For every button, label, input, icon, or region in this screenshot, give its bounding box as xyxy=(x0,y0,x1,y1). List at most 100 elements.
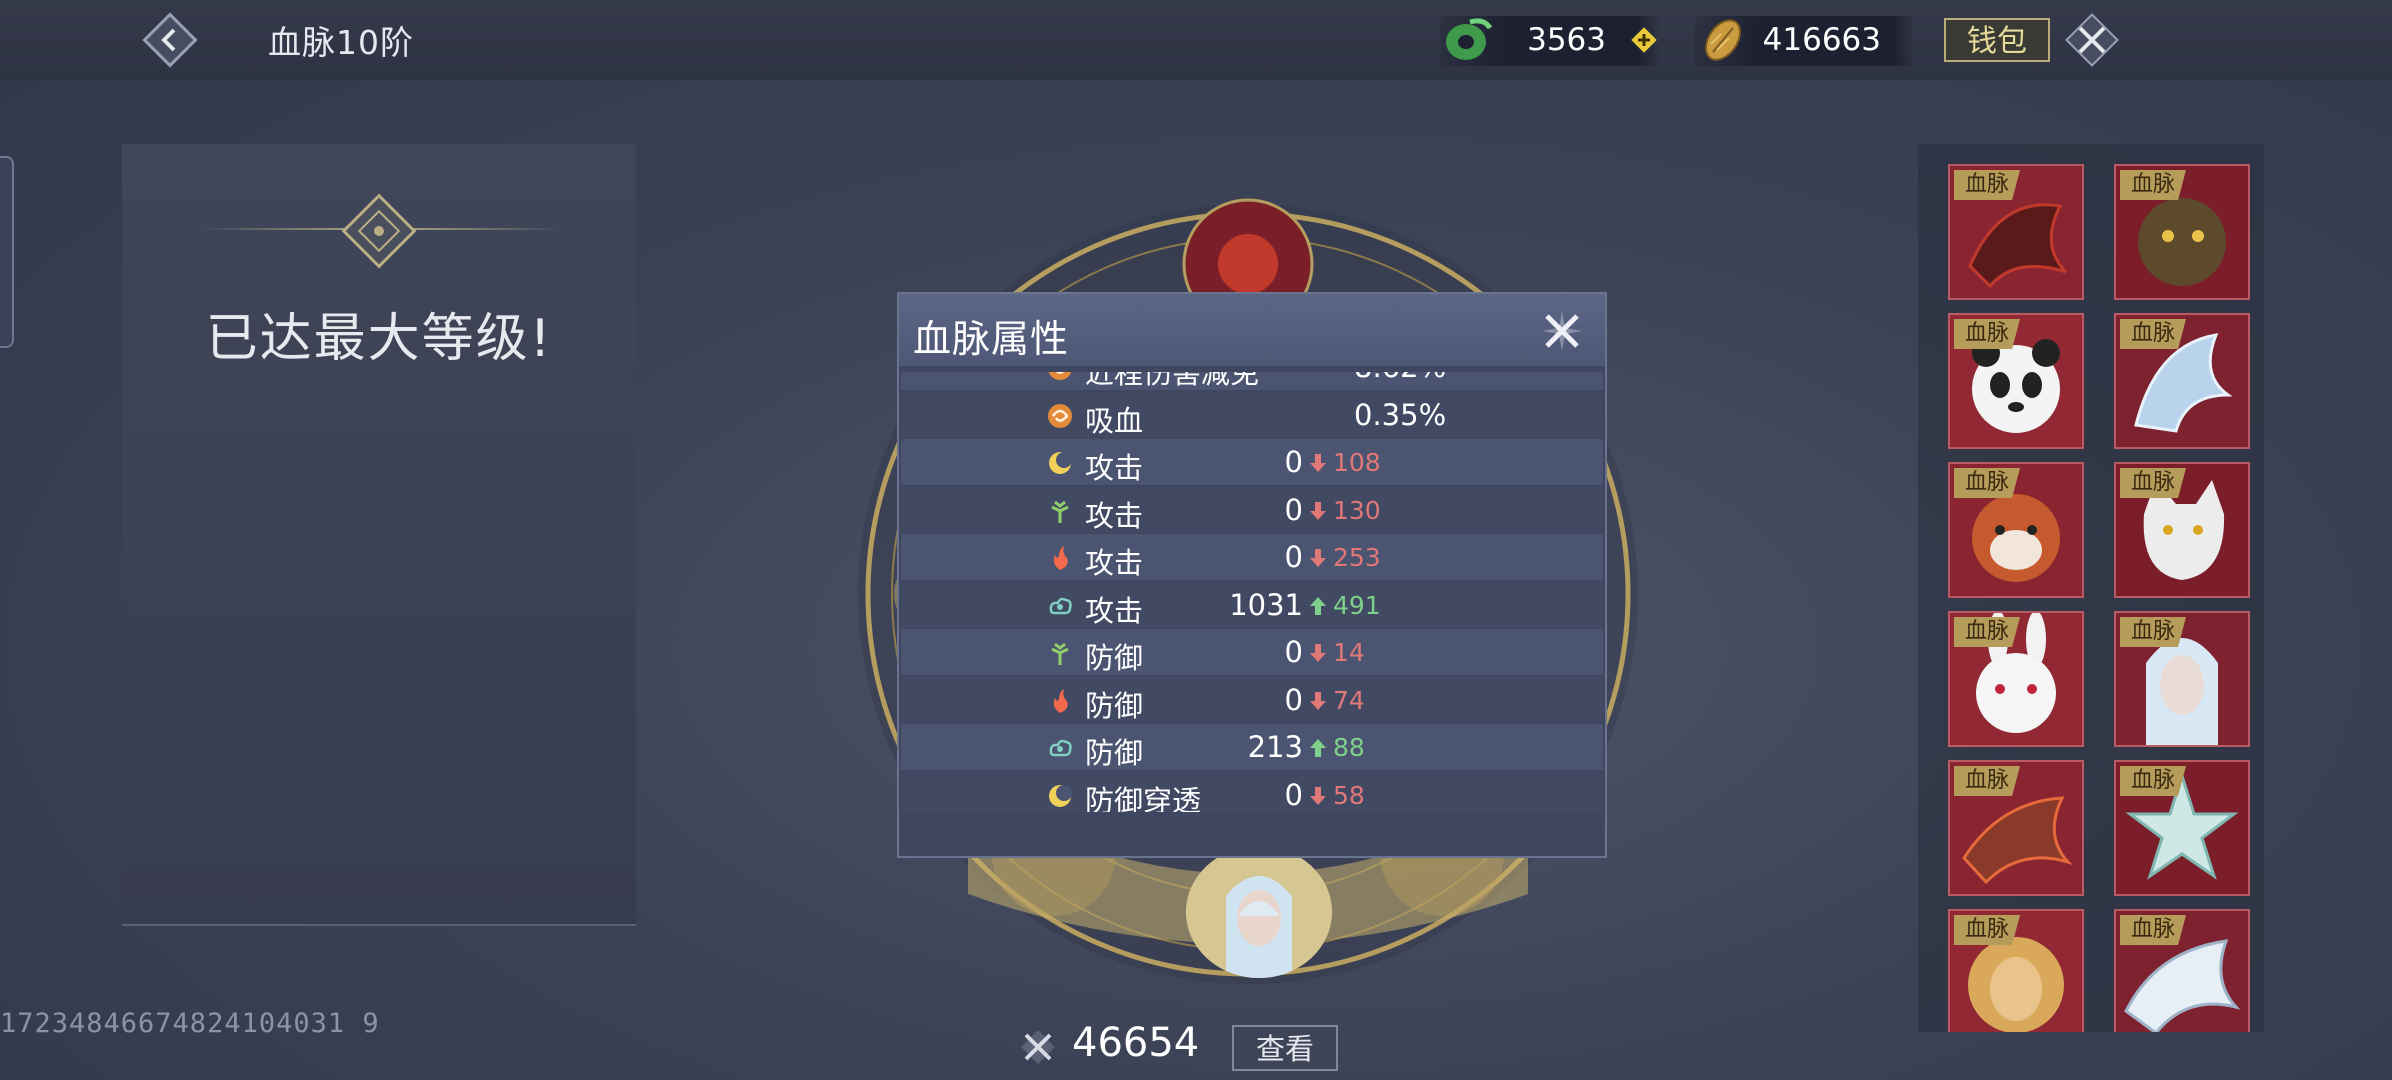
attribute-value: 0 xyxy=(1284,682,1303,717)
attribute-value: 213 xyxy=(1247,730,1303,764)
dialog-title: 血脉属性 xyxy=(913,317,1070,361)
attribute-name: 防御 xyxy=(1085,688,1144,723)
max-level-text: 已达最大等级! xyxy=(205,309,553,369)
arrow-down-icon xyxy=(1310,501,1326,520)
attribute-percent: 0.35% xyxy=(1354,397,1447,432)
jade-currency: 3563 xyxy=(1440,16,1660,66)
attribute-name: 吸血 xyxy=(1085,403,1144,438)
bloodline-tag: 血脉 xyxy=(2120,170,2186,200)
attribute-delta: 58 xyxy=(1333,780,1365,810)
close-icon[interactable] xyxy=(1539,308,1585,354)
bloodline-tag: 血脉 xyxy=(2120,319,2186,349)
attribute-name: 防御 xyxy=(1085,641,1144,675)
coin-icon xyxy=(1704,19,1742,61)
power-icon xyxy=(1021,1030,1055,1064)
divider xyxy=(122,924,636,926)
attribute-dialog: 血脉属性 近程伤害减免 8.62% 吸血 0.35% 攻击 0 108 攻击 0 130 攻击 0 25… xyxy=(897,292,1607,858)
tree-icon xyxy=(1051,642,1069,665)
bloodline-tag: 血脉 xyxy=(1954,617,2020,647)
attribute-name: 近程伤害减免 xyxy=(1085,372,1260,390)
attribute-name: 攻击 xyxy=(1085,498,1144,533)
bloodline-tag: 血脉 xyxy=(2120,468,2186,498)
swirl-orange-icon xyxy=(1048,372,1072,380)
bloodline-card-white-cat[interactable]: 血脉 xyxy=(2114,462,2250,598)
attribute-row: 攻击 0 130 xyxy=(901,486,1603,533)
coin-currency: 416663 xyxy=(1695,16,1915,66)
coin-value: 416663 xyxy=(1762,22,1881,58)
attribute-row: 攻击 1031 491 xyxy=(901,581,1603,628)
arrow-down-icon xyxy=(1310,786,1326,805)
attribute-row: 防御 0 14 xyxy=(901,629,1603,675)
arrow-up-icon xyxy=(1310,739,1326,757)
cloud-icon xyxy=(1049,597,1072,614)
close-icon[interactable] xyxy=(2060,8,2124,72)
bloodline-tag: 血脉 xyxy=(1954,915,2020,945)
attribute-value: 0 xyxy=(1284,777,1303,812)
view-button[interactable]: 查看 xyxy=(1232,1025,1338,1071)
bloodline-card-dragon-red[interactable]: 血脉 xyxy=(1948,164,2084,300)
swirl-orange-icon xyxy=(1048,403,1072,428)
bloodline-tag: 血脉 xyxy=(2120,617,2186,647)
center-portrait[interactable] xyxy=(1186,846,1332,978)
bloodline-card-ice-maiden[interactable]: 血脉 xyxy=(2114,611,2250,747)
jade-icon xyxy=(1446,18,1493,60)
attribute-value: 0 xyxy=(1284,635,1303,669)
attribute-percent: 8.62% xyxy=(1354,372,1446,384)
attribute-row: 近程伤害减免 8.62% xyxy=(901,372,1603,390)
bloodline-grid: 血脉 血脉 血脉 血脉 血脉 血脉 血脉 血脉 血脉 血脉 血脉 血脉 xyxy=(1918,144,2264,1032)
arrow-down-icon xyxy=(1310,691,1326,710)
bloodline-card-red-panda[interactable]: 血脉 xyxy=(1948,462,2084,598)
attribute-name: 防御 xyxy=(1085,736,1144,770)
attribute-delta: 253 xyxy=(1333,543,1381,572)
tree-icon xyxy=(1051,500,1069,523)
bloodline-card-white-dragon[interactable]: 血脉 xyxy=(2114,909,2250,1032)
bloodline-card-starfish[interactable]: 血脉 xyxy=(2114,760,2250,896)
player-uid: 17234846674824104031 9 xyxy=(0,1008,380,1039)
attribute-row: 防御 0 74 xyxy=(901,676,1603,723)
bloodline-tag: 血脉 xyxy=(2120,766,2186,796)
emblem-icon xyxy=(341,193,417,269)
add-jade-icon[interactable] xyxy=(1630,26,1658,54)
back-icon[interactable] xyxy=(138,8,202,72)
attribute-value: 0 xyxy=(1284,492,1303,527)
power-value: 46654 xyxy=(1072,1020,1200,1066)
attribute-name: 攻击 xyxy=(1085,593,1144,628)
moon-icon xyxy=(1049,784,1072,807)
jade-value: 3563 xyxy=(1527,22,1606,58)
wallet-button[interactable]: 钱包 xyxy=(1944,18,2050,62)
attribute-value: 0 xyxy=(1284,540,1303,574)
attribute-delta: 108 xyxy=(1333,448,1381,477)
attribute-name: 防御穿透 xyxy=(1085,783,1202,813)
arrow-up-icon xyxy=(1310,596,1326,615)
bloodline-card-fire-dragon[interactable]: 血脉 xyxy=(1948,760,2084,896)
moon-icon xyxy=(1049,452,1072,474)
attribute-row: 攻击 0 253 xyxy=(901,534,1603,580)
bloodline-card-panda[interactable]: 血脉 xyxy=(1948,313,2084,449)
bloodline-card-lion-mask[interactable]: 血脉 xyxy=(1948,909,2084,1032)
attribute-delta: 74 xyxy=(1333,685,1365,715)
attribute-delta: 88 xyxy=(1333,733,1365,762)
bloodline-tag: 血脉 xyxy=(1954,319,2020,349)
attribute-value: 1031 xyxy=(1229,587,1303,622)
attribute-row: 防御穿透 0 58 xyxy=(901,771,1603,813)
attribute-delta: 14 xyxy=(1333,638,1365,667)
attribute-list[interactable]: 近程伤害减免 8.62% 吸血 0.35% 攻击 0 108 攻击 0 130 攻击 0 253 攻击 10… xyxy=(901,372,1603,812)
dialog-header: 血脉属性 xyxy=(899,294,1605,366)
attribute-delta: 130 xyxy=(1333,495,1381,525)
fire-icon xyxy=(1053,546,1068,570)
bloodline-tag: 血脉 xyxy=(1954,766,2020,796)
attribute-name: 攻击 xyxy=(1085,546,1144,580)
attribute-row: 吸血 0.35% xyxy=(901,391,1603,438)
page-title: 血脉10阶 xyxy=(268,23,414,62)
cloud-icon xyxy=(1049,739,1072,757)
level-panel: 已达最大等级! xyxy=(122,144,636,926)
arrow-down-icon xyxy=(1310,644,1326,662)
side-tab[interactable] xyxy=(0,156,14,348)
bloodline-card-beast-brown[interactable]: 血脉 xyxy=(2114,164,2250,300)
bloodline-card-white-rabbit[interactable]: 血脉 xyxy=(1948,611,2084,747)
fire-icon xyxy=(1053,688,1068,713)
bloodline-tag: 血脉 xyxy=(2120,915,2186,945)
arrow-down-icon xyxy=(1310,549,1326,567)
bloodline-card-ice-dragon[interactable]: 血脉 xyxy=(2114,313,2250,449)
bloodline-tag: 血脉 xyxy=(1954,468,2020,498)
